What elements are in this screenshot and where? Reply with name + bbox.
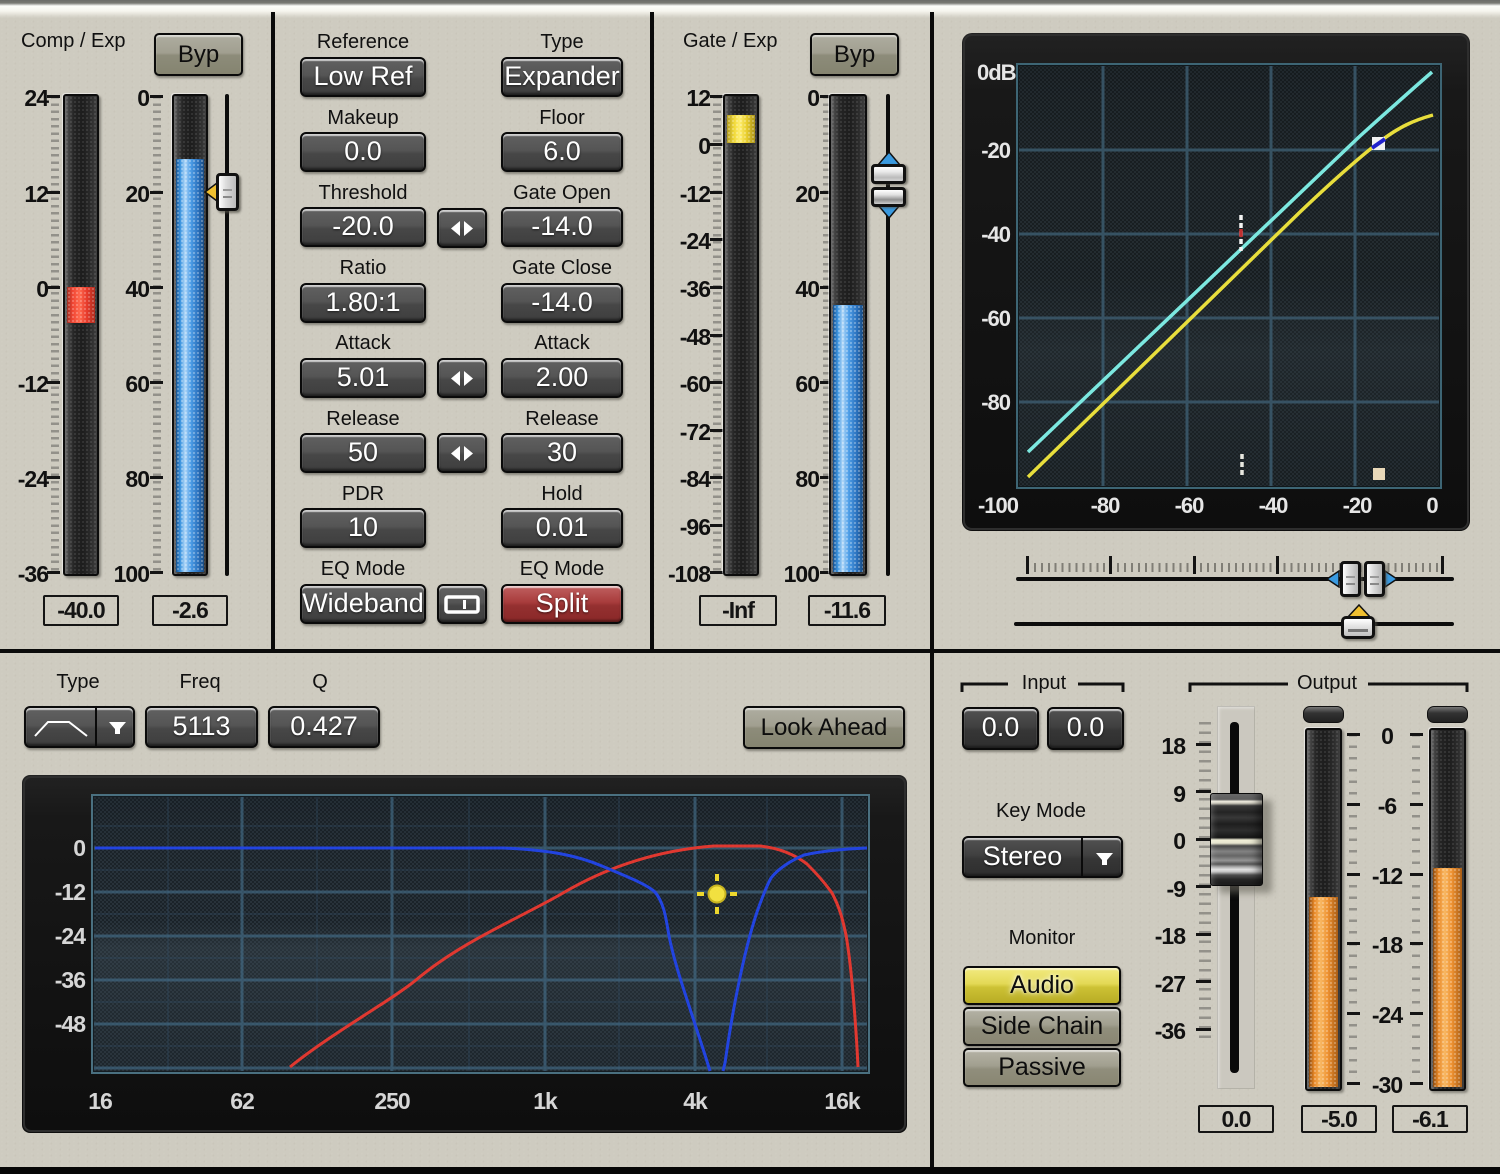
svg-text:-80: -80 <box>981 390 1011 415</box>
svg-text:4k: 4k <box>683 1088 708 1114</box>
svg-text:-20: -20 <box>1343 493 1373 518</box>
svg-text:-20: -20 <box>981 138 1011 163</box>
svg-text:-100: -100 <box>978 493 1019 518</box>
svg-text:250: 250 <box>374 1088 410 1114</box>
svg-text:16k: 16k <box>824 1088 861 1114</box>
svg-text:-60: -60 <box>981 306 1011 331</box>
svg-text:-40: -40 <box>981 222 1011 247</box>
svg-text:-24: -24 <box>55 923 86 949</box>
svg-text:1k: 1k <box>533 1088 558 1114</box>
svg-text:0: 0 <box>1426 493 1438 518</box>
svg-text:62: 62 <box>230 1088 254 1114</box>
svg-text:-60: -60 <box>1175 493 1205 518</box>
svg-text:0dB: 0dB <box>977 60 1016 85</box>
svg-text:-12: -12 <box>55 879 85 905</box>
svg-text:-40: -40 <box>1259 493 1289 518</box>
svg-text:16: 16 <box>88 1088 112 1114</box>
svg-text:-36: -36 <box>55 967 85 993</box>
svg-text:-80: -80 <box>1091 493 1121 518</box>
svg-text:0: 0 <box>73 835 85 861</box>
svg-text:-48: -48 <box>55 1011 86 1037</box>
